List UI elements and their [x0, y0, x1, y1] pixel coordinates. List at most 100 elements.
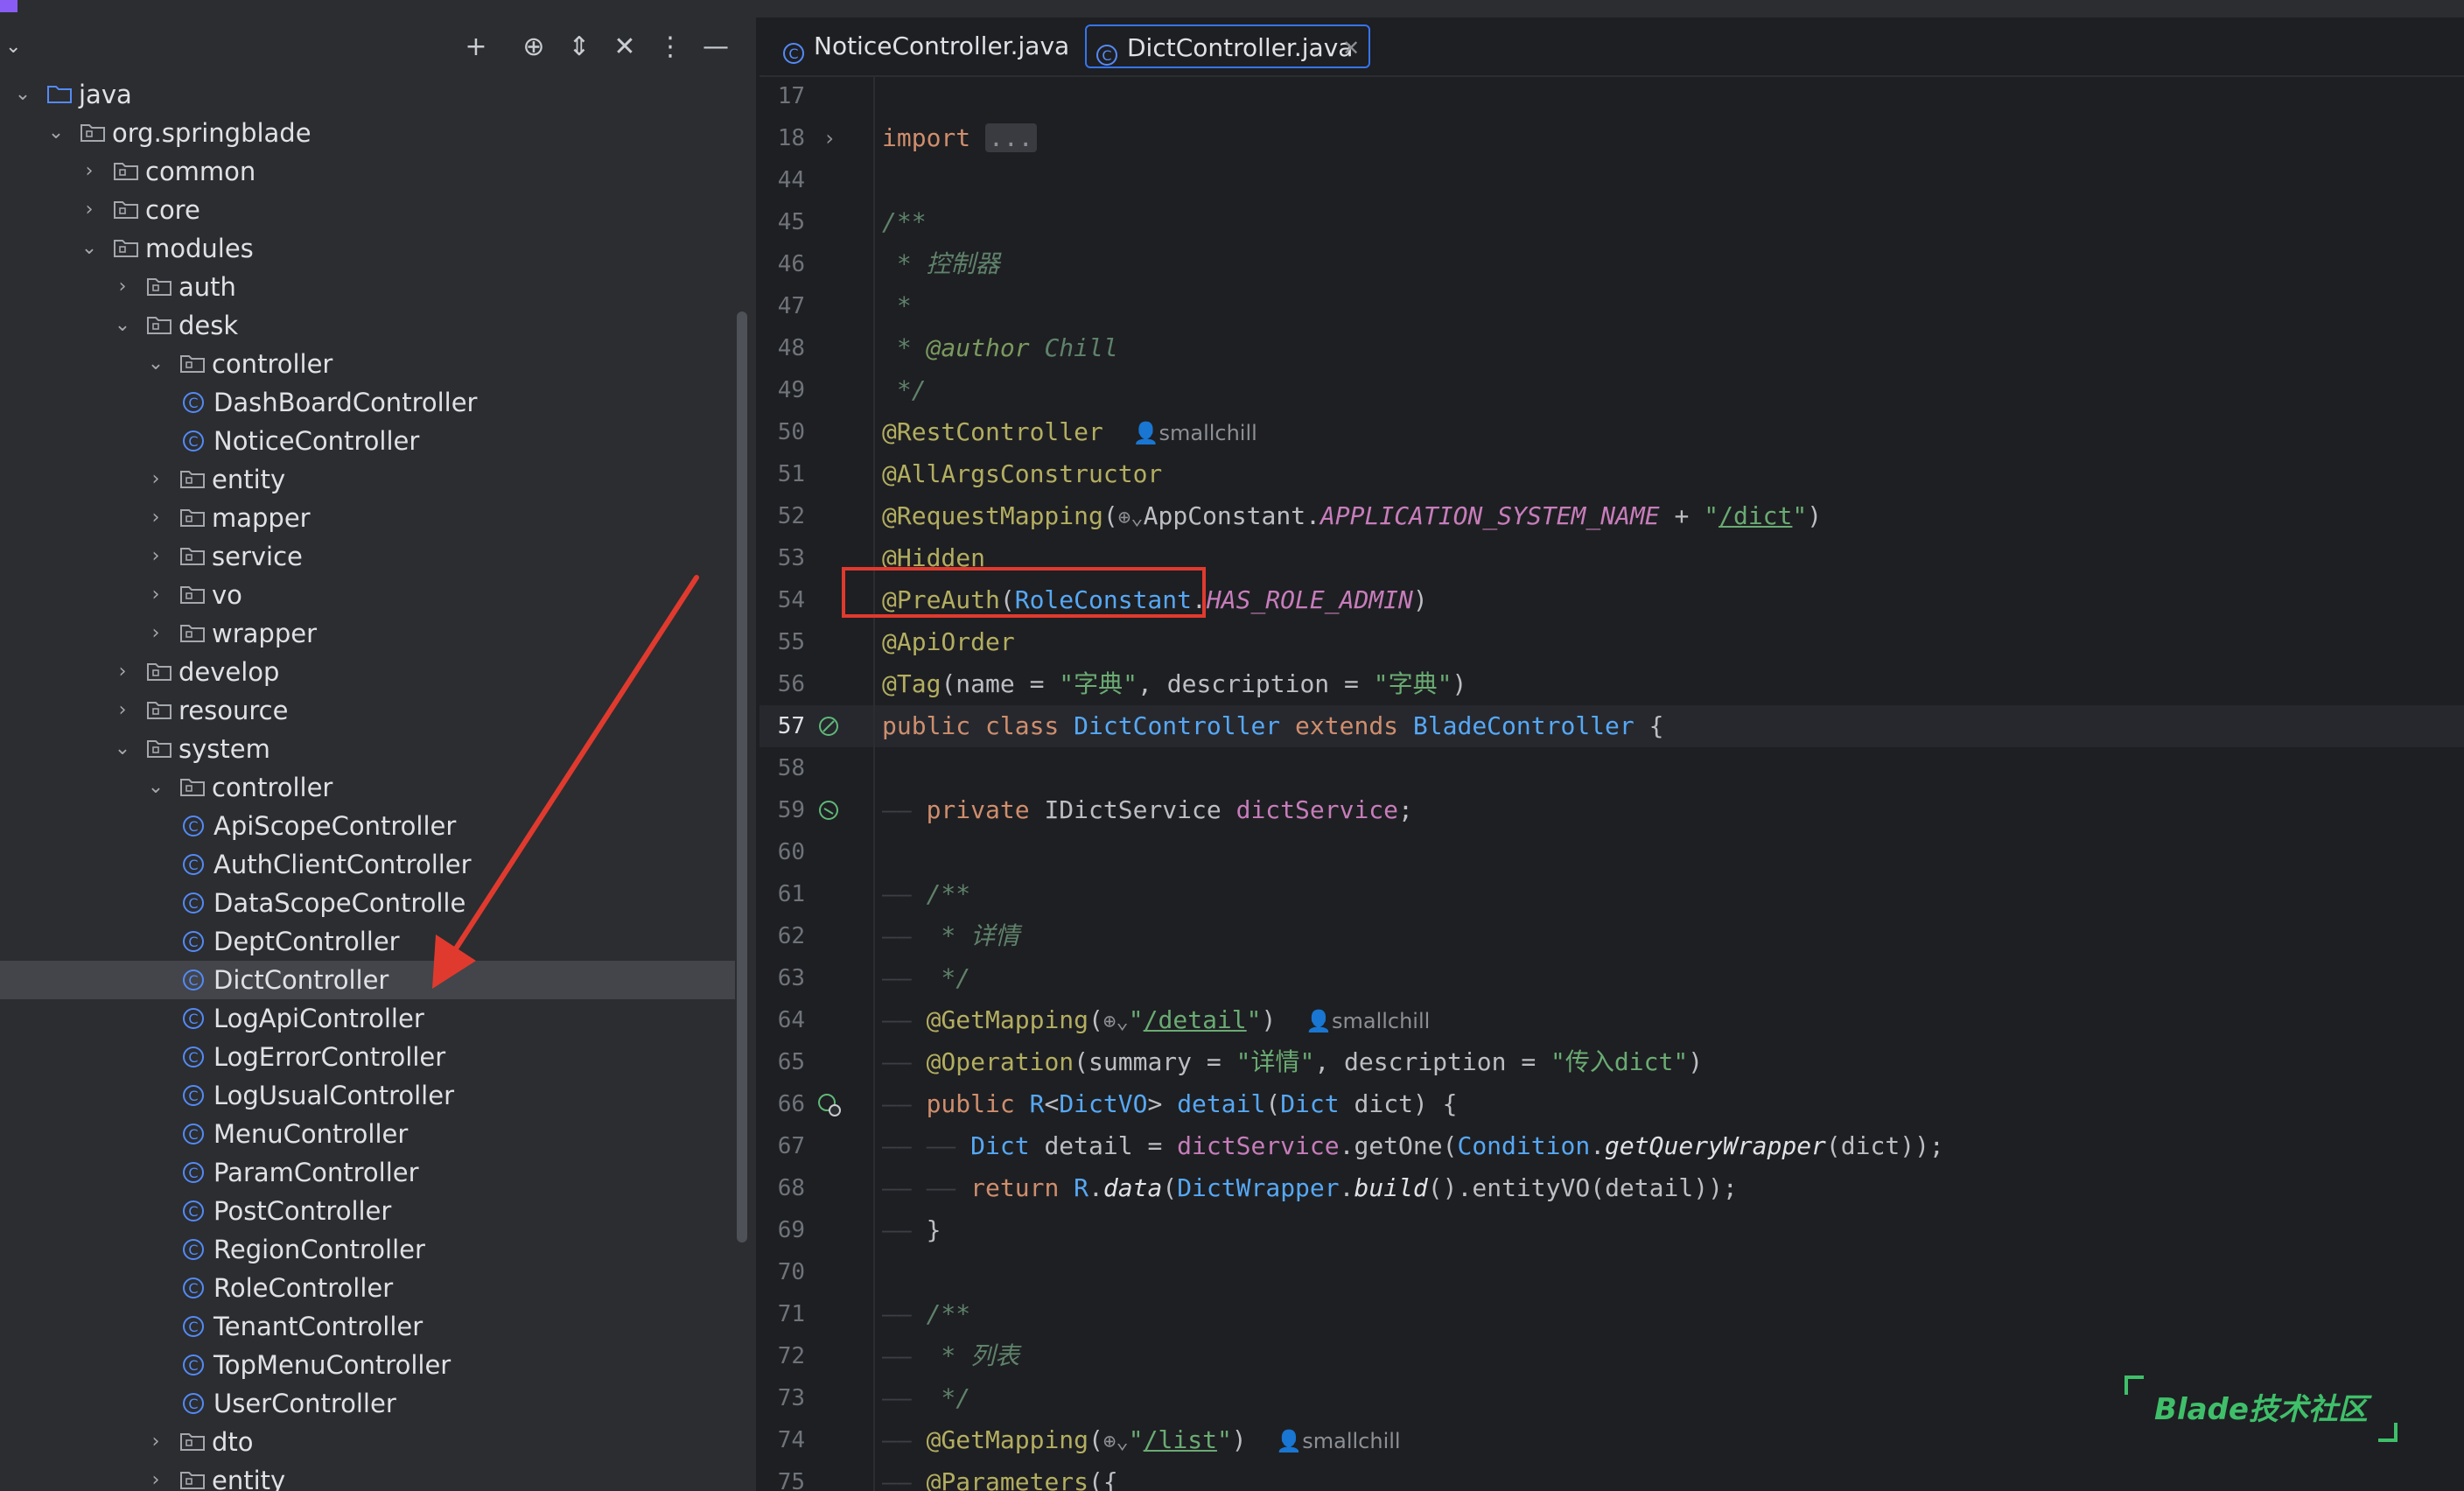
code-line[interactable]: 68 —— —— return R.data(DictWrapper.build(… [760, 1167, 2464, 1209]
tree-folder-item[interactable]: ⌄ org.springblade [0, 114, 735, 152]
collapse-all-icon[interactable]: ✕ [607, 30, 642, 65]
tree-class-item[interactable]: C AuthClientController [0, 845, 735, 884]
code-line[interactable]: 70 [760, 1251, 2464, 1293]
code-line[interactable]: 64 —— @GetMapping(⊕⌄"/detail") 👤smallchil… [760, 999, 2464, 1041]
chevron-right-icon[interactable]: › [112, 653, 133, 691]
chevron-right-icon[interactable]: › [79, 152, 100, 191]
tree-class-item[interactable]: C RegionController [0, 1230, 735, 1269]
tree-folder-item[interactable]: ⌄ java [0, 75, 735, 114]
code-line[interactable]: 72 —— * 列表 [760, 1335, 2464, 1377]
code-line[interactable]: 44 [760, 159, 2464, 201]
tree-folder-item[interactable]: › vo [0, 576, 735, 614]
gutter-bean-icon[interactable] [812, 705, 847, 747]
gutter-web-icon[interactable] [812, 1083, 847, 1125]
chevron-right-icon[interactable]: › [112, 691, 133, 730]
tree-class-item[interactable]: C NoticeController [0, 422, 735, 460]
tree-folder-item[interactable]: › common [0, 152, 735, 191]
tree-folder-item[interactable]: › dto [0, 1423, 735, 1461]
more-icon[interactable]: ⋮ [653, 30, 688, 65]
tree-class-item[interactable]: C DeptController [0, 922, 735, 961]
chevron-right-icon[interactable]: › [145, 460, 166, 499]
code-line[interactable]: 63 —— */ [760, 957, 2464, 999]
chevron-down-icon[interactable]: ⌄ [112, 306, 133, 345]
tree-class-item[interactable]: C DashBoardController [0, 383, 735, 422]
gutter-inject-icon[interactable] [812, 789, 847, 831]
tree-class-item[interactable]: C ParamController [0, 1153, 735, 1192]
code-line[interactable]: 17 [760, 75, 2464, 117]
tree-class-item[interactable]: C UserController [0, 1384, 735, 1423]
tree-folder-item[interactable]: › entity [0, 1461, 735, 1491]
code-line[interactable]: 46 * 控制器 [760, 243, 2464, 285]
code-line[interactable]: 55 @ApiOrder [760, 621, 2464, 663]
code-line[interactable]: 50 @RestController 👤smallchill [760, 411, 2464, 453]
tree-class-item[interactable]: C DataScopeControlle [0, 884, 735, 922]
chevron-down-icon[interactable]: ⌄ [5, 30, 32, 65]
code-area[interactable]: 17 18 › import ... 44 45/** 46 * 控制器 47 * 48 * @… [760, 75, 2464, 1491]
code-line[interactable]: 59 —— private IDictService dictService; [760, 789, 2464, 831]
code-line[interactable]: 56 @Tag(name = "字典", description = "字典") [760, 663, 2464, 705]
code-line[interactable]: 67 —— —— Dict detail = dictService.getOne… [760, 1125, 2464, 1167]
code-line[interactable]: 75 —— @Parameters({ [760, 1461, 2464, 1491]
expand-all-icon[interactable]: ⇕ [562, 30, 597, 65]
tab-dict-controller[interactable]: C DictController.java ✕ [1085, 24, 1370, 68]
tree-folder-item[interactable]: ⌄ controller [0, 768, 735, 807]
tree-class-item[interactable]: C TenantController [0, 1307, 735, 1346]
chevron-right-icon[interactable]: › [145, 1461, 166, 1491]
tree-folder-item[interactable]: ⌄ modules [0, 229, 735, 268]
tree-class-item[interactable]: C LogUsualController [0, 1076, 735, 1115]
tree-folder-item[interactable]: ⌄ controller [0, 345, 735, 383]
code-line[interactable]: 61 —— /** [760, 873, 2464, 915]
tree-folder-item[interactable]: › mapper [0, 499, 735, 537]
chevron-down-icon[interactable]: ⌄ [12, 75, 33, 114]
tree-folder-item[interactable]: ⌄ system [0, 730, 735, 768]
code-line[interactable]: 62 —— * 详情 [760, 915, 2464, 957]
tree-class-item[interactable]: C DictController [0, 961, 735, 999]
tree-folder-item[interactable]: › service [0, 537, 735, 576]
chevron-down-icon[interactable]: ⌄ [79, 229, 100, 268]
minimize-icon[interactable]: — [698, 30, 733, 65]
plus-icon[interactable]: + [458, 30, 494, 65]
locate-icon[interactable]: ⊕ [516, 30, 551, 65]
tree-folder-item[interactable]: ⌄ desk [0, 306, 735, 345]
chevron-right-icon[interactable]: › [145, 576, 166, 614]
code-line[interactable]: 48 * @author Chill [760, 327, 2464, 369]
code-line[interactable]: 58 [760, 747, 2464, 789]
code-line[interactable]: 51 @AllArgsConstructor [760, 453, 2464, 495]
tree-folder-item[interactable]: › core [0, 191, 735, 229]
code-line[interactable]: 71 —— /** [760, 1293, 2464, 1335]
tree-class-item[interactable]: C LogErrorController [0, 1038, 735, 1076]
code-line[interactable]: 52 @RequestMapping(⊕⌄AppConstant.APPLICAT… [760, 495, 2464, 537]
tree-class-item[interactable]: C LogApiController [0, 999, 735, 1038]
code-line[interactable]: 69 —— } [760, 1209, 2464, 1251]
chevron-down-icon[interactable]: ⌄ [145, 345, 166, 383]
code-line[interactable]: 18 › import ... [760, 117, 2464, 159]
chevron-down-icon[interactable]: ⌄ [46, 114, 66, 152]
tree-scrollbar[interactable] [737, 312, 747, 1242]
tree-class-item[interactable]: C PostController [0, 1192, 735, 1230]
chevron-down-icon[interactable]: ⌄ [145, 768, 166, 807]
code-line[interactable]: 57 public class DictController extends Bl… [760, 705, 2464, 747]
tab-notice-controller[interactable]: C NoticeController.java [777, 24, 1110, 68]
tree-class-item[interactable]: C MenuController [0, 1115, 735, 1153]
tree-folder-item[interactable]: › develop [0, 653, 735, 691]
close-icon[interactable]: ✕ [1342, 26, 1360, 70]
tree-folder-item[interactable]: › entity [0, 460, 735, 499]
code-line[interactable]: 65 —— @Operation(summary = "详情", descript… [760, 1041, 2464, 1083]
code-line[interactable]: 47 * [760, 285, 2464, 327]
tree-class-item[interactable]: C ApiScopeController [0, 807, 735, 845]
chevron-right-icon[interactable]: › [145, 614, 166, 653]
tree-class-item[interactable]: C RoleController [0, 1269, 735, 1307]
code-line[interactable]: 45 /** [760, 201, 2464, 243]
fold-icon[interactable]: › [812, 117, 847, 159]
tree-folder-item[interactable]: › auth [0, 268, 735, 306]
chevron-right-icon[interactable]: › [145, 499, 166, 537]
chevron-right-icon[interactable]: › [79, 191, 100, 229]
code-line[interactable]: 49 */ [760, 369, 2464, 411]
code-line[interactable]: 66 —— public R<DictVO> detail(Dict dict) … [760, 1083, 2464, 1125]
chevron-right-icon[interactable]: › [145, 537, 166, 576]
chevron-right-icon[interactable]: › [112, 268, 133, 306]
code-line[interactable]: 60 [760, 831, 2464, 873]
tree-folder-item[interactable]: › resource [0, 691, 735, 730]
chevron-down-icon[interactable]: ⌄ [112, 730, 133, 768]
tree-folder-item[interactable]: › wrapper [0, 614, 735, 653]
